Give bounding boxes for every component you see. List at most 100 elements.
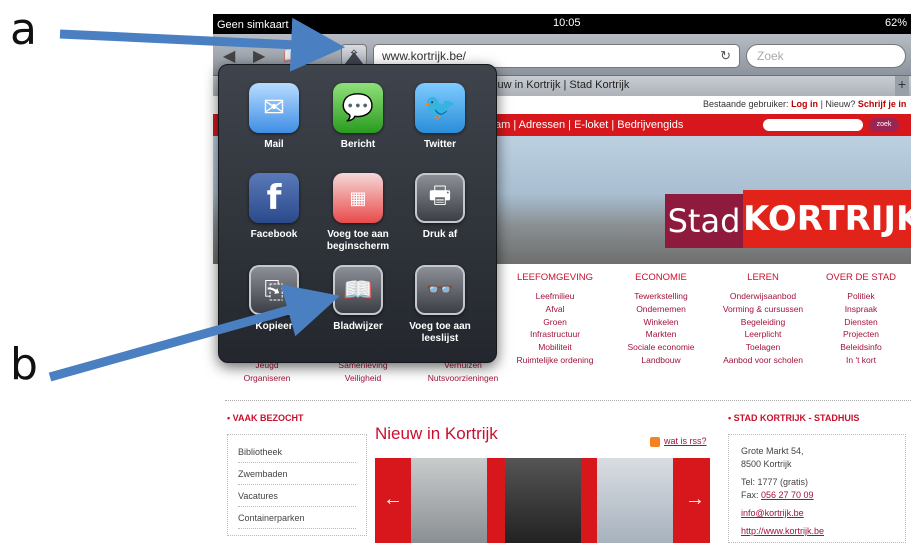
category-link[interactable]: Ondernemen [611,304,711,317]
category-link[interactable]: Leefmilieu [505,291,605,304]
fax-prefix: Fax: [741,490,762,500]
category-link[interactable]: Toelagen [713,342,813,355]
share-mail[interactable]: ✉ Mail [233,83,315,151]
stadhuis-title: • STAD KORTRIJK - STADHUIS [728,413,860,423]
new-tab-button[interactable]: + [895,76,909,96]
share-popover: ✉ Mail 💬 Bericht 🐦 Twitter f Facebook ▦ … [218,64,497,363]
share-twitter[interactable]: 🐦 Twitter [399,83,481,151]
login-link[interactable]: Log in [791,99,818,109]
category-link[interactable]: Landbouw [611,355,711,368]
share-reading-list[interactable]: 👓 Voeg toe aan leeslijst [399,265,481,345]
category-link[interactable]: Begeleiding [713,317,813,330]
share-copy[interactable]: ⎘ Kopieer [233,265,315,333]
prev-arrow-icon[interactable]: ← [383,488,403,511]
search-input[interactable]: Zoek [746,44,906,68]
homescreen-icon: ▦ [333,173,383,223]
kortrijk-logo: KORTRIJK [743,190,911,248]
signup-link[interactable]: Schrijf je in [858,99,907,109]
share-bookmark[interactable]: 📖 Bladwijzer [317,265,399,333]
share-facebook[interactable]: f Facebook [233,173,315,241]
next-arrow-icon[interactable]: → [685,488,705,511]
print-icon: 🖶 [415,173,465,223]
share-label: Druk af [422,229,458,240]
rss-link[interactable]: wat is rss? [650,436,707,447]
list-item[interactable]: Zwembaden [238,463,356,485]
email-link[interactable]: info@kortrijk.be [741,507,893,520]
nieuw-title: Nieuw in Kortrijk [375,424,498,443]
share-label: Kopieer [255,321,293,332]
status-bar: Geen simkaart ᯤ 10:05 62% [213,14,911,34]
category-link[interactable]: Markten [611,329,711,342]
category-head[interactable]: LEREN [713,272,813,283]
news-image[interactable] [505,458,581,543]
clock: 10:05 [553,17,581,29]
category-leren: LEREN Onderwijsaanbod Vorming & cursusse… [713,272,813,368]
fax-number[interactable]: 056 27 70 09 [761,490,814,500]
category-link[interactable]: Sociale economie [611,342,711,355]
tab-title[interactable]: Nieuw in Kortrijk | Stad Kortrijk [481,79,629,91]
list-item[interactable]: Containerparken [238,507,356,529]
site-search-input[interactable] [763,119,863,131]
list-item[interactable]: Vacatures [238,485,356,507]
rss-icon [650,436,660,447]
category-head[interactable]: OVER DE STAD [811,272,911,283]
share-message[interactable]: 💬 Bericht [317,83,399,151]
reload-icon[interactable]: ↻ [720,48,731,64]
site-search-button[interactable]: zoek [869,118,899,132]
category-link[interactable]: Politiek [811,291,911,304]
contact-box: Grote Markt 54, 8500 Kortrijk Tel: 1777 … [728,434,906,543]
category-link[interactable]: Groen [505,317,605,330]
forward-icon[interactable]: ▶ [253,46,265,66]
new-prefix: Nieuw? [825,99,858,109]
vaak-bezocht-title: • VAAK BEZOCHT [227,413,304,423]
category-head[interactable]: ECONOMIE [611,272,711,283]
category-link[interactable]: Aanbod voor scholen [713,355,813,368]
category-over-de-stad: OVER DE STAD Politiek Inspraak Diensten … [811,272,911,368]
share-label: Voeg toe aan beginscherm [326,229,390,252]
category-link[interactable]: Organiseren [227,373,307,383]
back-icon[interactable]: ◀ [223,46,235,66]
category-leefomgeving: LEEFOMGEVING Leefmilieu Afval Groen Infr… [505,272,605,368]
share-add-homescreen[interactable]: ▦ Voeg toe aan beginscherm [317,173,399,253]
reading-list-icon: 👓 [415,265,465,315]
category-link[interactable]: Ruimtelijke ordening [505,355,605,368]
category-link[interactable]: Winkelen [611,317,711,330]
category-link[interactable]: Vorming & cursussen [713,304,813,317]
category-head[interactable]: LEEFOMGEVING [505,272,605,283]
share-label: Bericht [340,139,376,150]
category-link[interactable]: Infrastructuur [505,329,605,342]
category-link[interactable]: Inspraak [811,304,911,317]
category-link[interactable]: Afval [505,304,605,317]
site-nav-items[interactable]: am | Adressen | E-loket | Bedrijvengids [495,119,683,131]
category-link[interactable]: Onderwijsaanbod [713,291,813,304]
battery-level: 62% [884,17,907,29]
screenshot-stage: a b Geen simkaart ᯤ 10:05 62% ◀ ▶ 📖 ⇪ ww… [0,0,911,543]
category-link[interactable]: In 't kort [811,355,911,368]
category-link[interactable]: Projecten [811,329,911,342]
bookmarks-icon[interactable]: 📖 [283,46,303,66]
login-line: Bestaande gebruiker: Log in | Nieuw? Sch… [703,99,906,109]
news-image[interactable] [411,458,487,543]
category-link[interactable]: Mobiliteit [505,342,605,355]
category-link[interactable]: Nutsvoorzieningen [413,373,513,383]
carrier-label: Geen simkaart ᯤ [217,19,302,31]
annotation-a: a [10,4,37,55]
news-image[interactable] [597,458,673,543]
bookmark-icon: 📖 [333,265,383,315]
url-text: www.kortrijk.be/ [382,49,467,63]
share-print[interactable]: 🖶 Druk af [399,173,481,241]
list-item[interactable]: Bibliotheek [238,441,356,463]
category-link[interactable]: Veiligheid [313,373,413,383]
share-label: Bladwijzer [333,321,383,332]
category-link[interactable]: Diensten [811,317,911,330]
category-link[interactable]: Leerplicht [713,329,813,342]
website-link[interactable]: http://www.kortrijk.be [741,525,893,538]
facebook-icon: f [249,173,299,223]
share-label: Facebook [250,229,298,240]
address-line: Grote Markt 54, [741,446,804,456]
message-icon: 💬 [333,83,383,133]
section-divider [225,400,911,401]
rss-label: wat is rss? [664,436,707,446]
category-link[interactable]: Beleidsinfo [811,342,911,355]
category-link[interactable]: Tewerkstelling [611,291,711,304]
